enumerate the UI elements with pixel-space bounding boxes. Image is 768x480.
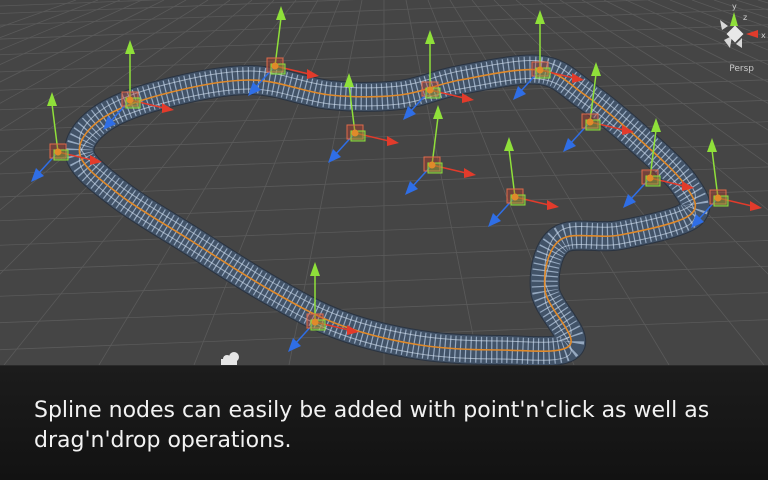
z-axis-cone-icon[interactable] (720, 20, 728, 30)
x-axis-label: x (761, 31, 766, 40)
y-axis-label: y (732, 2, 737, 11)
x-axis-cone-icon[interactable] (746, 30, 758, 38)
y-axis-cone-icon[interactable] (730, 12, 738, 26)
caption-text: Spline nodes can easily be added with po… (34, 398, 710, 453)
spline-node-icon[interactable] (405, 105, 476, 195)
projection-label[interactable]: Persp (729, 64, 754, 74)
camera-icon[interactable] (221, 352, 239, 365)
scene-viewport[interactable]: y x z Persp (0, 0, 768, 365)
road-spline-mesh (64, 54, 711, 365)
scene-canvas[interactable] (0, 0, 768, 365)
z-axis-label: z (743, 13, 747, 22)
spline-node-icon[interactable] (488, 137, 559, 227)
caption-bar: Spline nodes can easily be added with po… (0, 365, 768, 480)
screenshot-frame: y x z Persp Spline nodes can easily be a… (0, 0, 768, 480)
